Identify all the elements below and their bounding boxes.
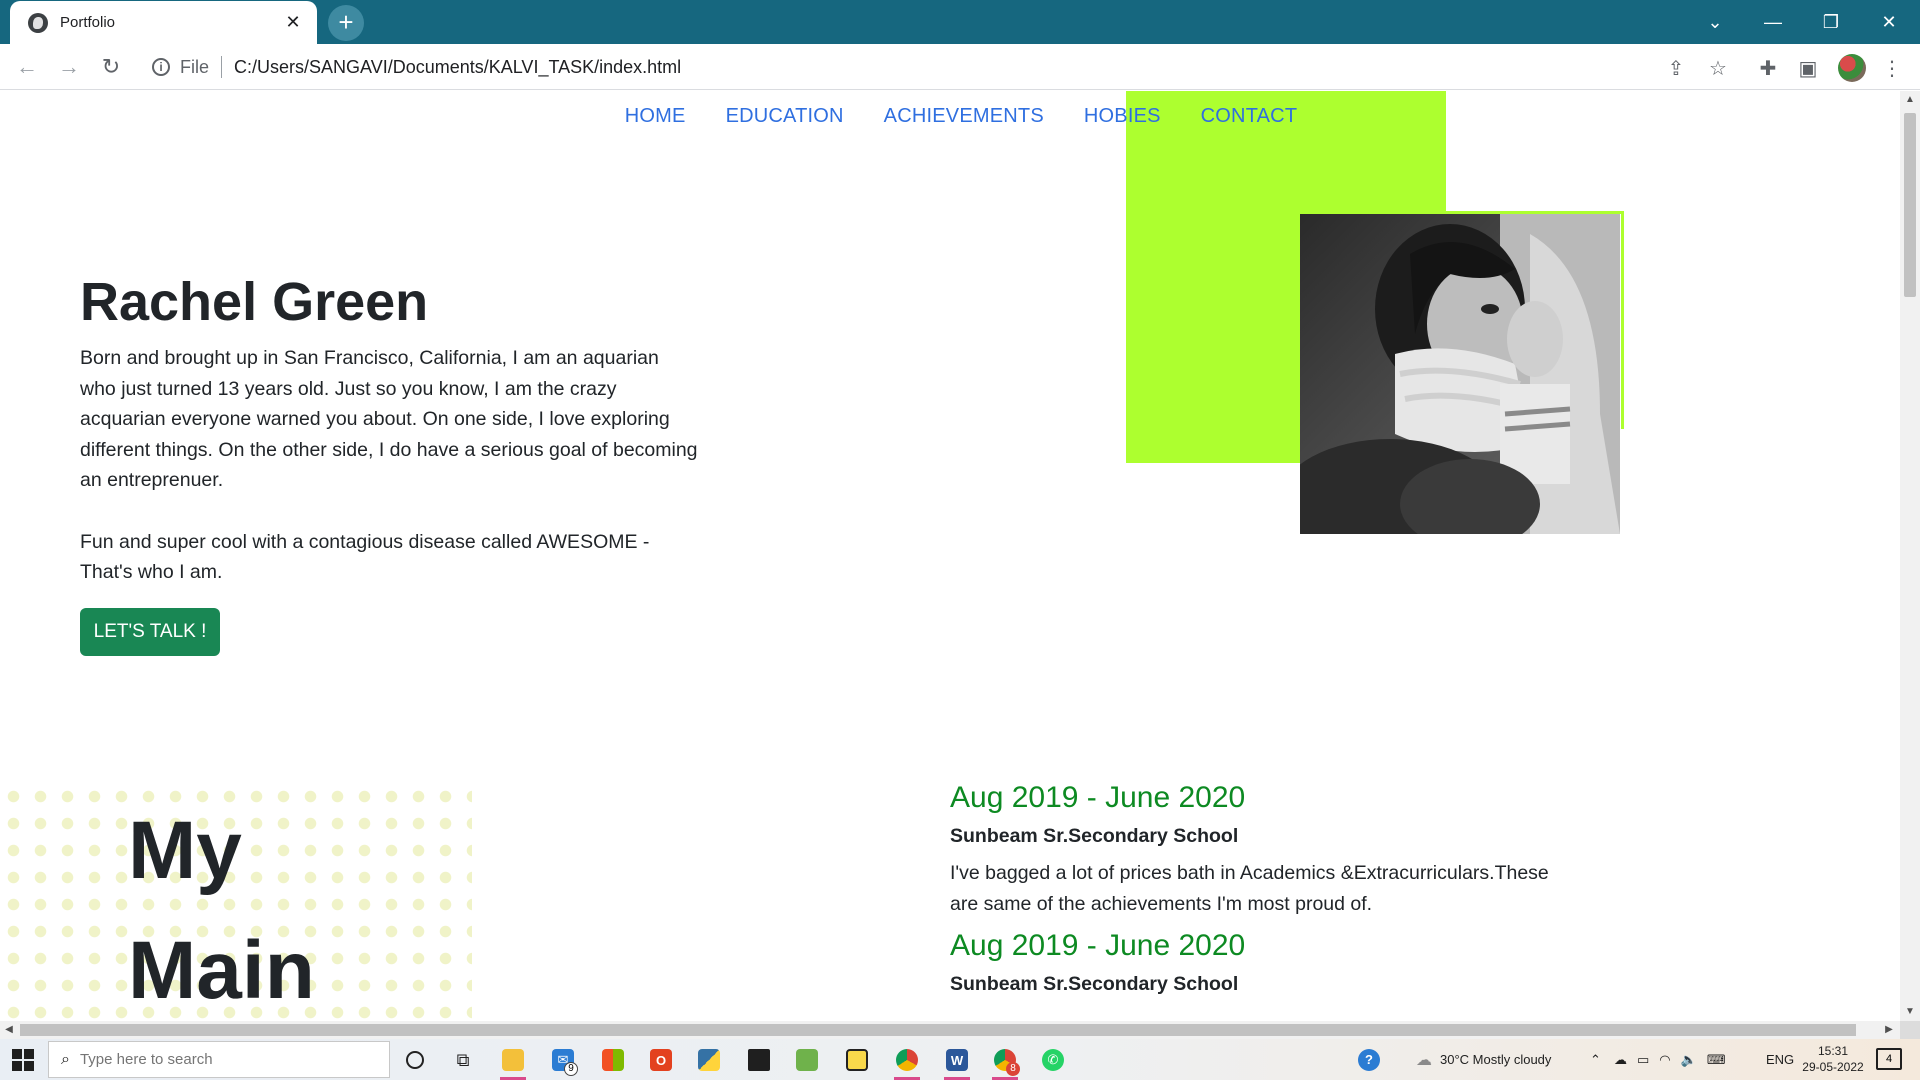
chrome-icon[interactable] [890, 1044, 924, 1080]
cloud-icon: ☁ [1416, 1051, 1432, 1069]
mail-icon[interactable]: ✉ 9 [546, 1044, 580, 1076]
forward-button[interactable]: → [54, 52, 84, 82]
lets-talk-button[interactable]: LET'S TALK ! [80, 608, 220, 656]
taskbar-search-input[interactable] [79, 1051, 360, 1068]
site-navigation: HOME EDUCATION ACHIEVEMENTS HOBIES CONTA… [0, 91, 1900, 143]
reload-button[interactable]: ↻ [96, 52, 126, 82]
education-timeline: Aug 2019 - June 2020 Sunbeam Sr.Secondar… [950, 781, 1580, 1006]
new-tab-button[interactable]: + [328, 5, 364, 41]
mail-badge: 9 [564, 1062, 578, 1076]
globe-icon [28, 12, 48, 33]
weather-widget[interactable]: ☁ 30°C Mostly cloudy [1416, 1039, 1551, 1080]
horizontal-scroll-thumb[interactable] [20, 1024, 1856, 1036]
browser-menu-icon[interactable]: ⋮ [1880, 56, 1904, 80]
share-icon[interactable]: ⇪ [1664, 56, 1688, 80]
cortana-icon[interactable] [398, 1044, 432, 1076]
close-window-button[interactable]: ✕ [1860, 0, 1918, 44]
browser-tab-portfolio[interactable]: Portfolio ✕ [10, 1, 317, 44]
chrome-badge: 8 [1006, 1062, 1020, 1076]
hero-paragraph-1: Born and brought up in San Francisco, Ca… [80, 347, 698, 492]
onedrive-icon[interactable]: ☁ [1614, 1052, 1627, 1068]
terminal-icon[interactable] [742, 1044, 776, 1076]
hero-name-heading: Rachel Green [80, 272, 429, 332]
scroll-left-arrow-icon[interactable]: ◀ [0, 1021, 18, 1039]
python-icon[interactable] [692, 1044, 726, 1076]
nav-link-home[interactable]: HOME [605, 91, 706, 143]
battery-icon[interactable]: ▭ [1637, 1052, 1649, 1068]
timeline-date: Aug 2019 - June 2020 [950, 781, 1246, 814]
bookmark-star-icon[interactable]: ☆ [1706, 56, 1730, 80]
scroll-up-arrow-icon[interactable]: ▲ [1900, 91, 1920, 109]
chrome-profile-icon[interactable]: 8 [988, 1044, 1022, 1080]
vertical-scrollbar[interactable]: ▲ ▼ [1900, 91, 1920, 1021]
windows-taskbar: ⌕ ⧉ ✉ 9 O W 8 ✆ ? ☁ 30°C Mostly cloudy ⌃… [0, 1039, 1920, 1080]
timeline-entry: Aug 2019 - June 2020 Sunbeam Sr.Secondar… [950, 781, 1580, 919]
scroll-right-arrow-icon[interactable]: ▶ [1880, 1021, 1898, 1039]
whatsapp-icon[interactable]: ✆ [1036, 1044, 1070, 1076]
address-bar[interactable]: i File C:/Users/SANGAVI/Documents/KALVI_… [140, 49, 1740, 85]
file-explorer-icon[interactable] [496, 1044, 530, 1080]
scrollbar-corner [1900, 1021, 1920, 1039]
tab-title: Portfolio [60, 14, 116, 31]
back-button[interactable]: ← [12, 52, 42, 82]
timeline-description: I've bagged a lot of prices bath in Acad… [950, 862, 1549, 915]
girl-portrait-image [1300, 214, 1620, 534]
weather-text: 30°C Mostly cloudy [1440, 1052, 1552, 1067]
task-view-icon[interactable]: ⧉ [446, 1044, 480, 1076]
title-bar: Portfolio ✕ + ⌄ — ❐ ✕ [0, 0, 1920, 44]
info-icon[interactable]: i [152, 58, 170, 76]
profile-avatar[interactable] [1838, 54, 1866, 82]
extensions-puzzle-icon[interactable]: ✚ [1756, 56, 1780, 80]
tab-search-icon[interactable]: ⌄ [1686, 0, 1744, 44]
minimize-button[interactable]: — [1744, 0, 1802, 44]
hero-description: Born and brought up in San Francisco, Ca… [80, 343, 700, 588]
url-scheme-label: File [180, 56, 210, 77]
close-tab-icon[interactable]: ✕ [283, 12, 303, 33]
vertical-scroll-thumb[interactable] [1904, 113, 1916, 297]
office-icon[interactable]: O [644, 1044, 678, 1076]
wifi-icon[interactable]: ◠ [1659, 1052, 1670, 1068]
nav-link-achievements[interactable]: ACHIEVEMENTS [864, 91, 1064, 143]
timeline-school: Sunbeam Sr.Secondary School [950, 973, 1239, 996]
restore-button[interactable]: ❐ [1802, 0, 1860, 44]
store-icon[interactable] [596, 1044, 630, 1076]
section-heading-line-2: Main [128, 925, 315, 1016]
profile-photo [1300, 214, 1620, 534]
search-icon: ⌕ [61, 1050, 70, 1068]
tray-status-icons[interactable]: ☁ ▭ ◠ 🔈 ⌨ [1614, 1039, 1726, 1080]
section-heading: My Main [128, 791, 315, 1021]
taskbar-clock[interactable]: 15:31 29-05-2022 [1798, 1043, 1868, 1075]
section-heading-line-1: My [128, 805, 242, 896]
clock-time: 15:31 [1817, 1044, 1849, 1058]
horizontal-scrollbar[interactable]: ◀ ▶ [0, 1021, 1900, 1039]
sticky-notes-icon[interactable] [840, 1044, 874, 1076]
nav-link-hobies[interactable]: HOBIES [1064, 91, 1181, 143]
timeline-entry: Aug 2019 - June 2020 Sunbeam Sr.Secondar… [950, 929, 1580, 996]
nav-link-contact[interactable]: CONTACT [1181, 91, 1318, 143]
help-icon[interactable]: ? [1358, 1039, 1380, 1080]
scroll-down-arrow-icon[interactable]: ▼ [1900, 1003, 1920, 1021]
hero-paragraph-2: Fun and super cool with a contagious dis… [80, 530, 650, 584]
clock-date: 29-05-2022 [1802, 1060, 1864, 1074]
notepad-icon[interactable] [790, 1044, 824, 1076]
timeline-date: Aug 2019 - June 2020 [950, 929, 1246, 963]
browser-toolbar: ← → ↻ i File C:/Users/SANGAVI/Documents/… [0, 44, 1920, 90]
nav-link-education[interactable]: EDUCATION [706, 91, 864, 143]
page-viewport: HOME EDUCATION ACHIEVEMENTS HOBIES CONTA… [0, 91, 1900, 1021]
side-panel-icon[interactable]: ▣ [1796, 56, 1820, 80]
show-hidden-icons-icon[interactable]: ⌃ [1590, 1039, 1601, 1080]
keyboard-icon[interactable]: ⌨ [1707, 1052, 1726, 1068]
volume-icon[interactable]: 🔈 [1681, 1052, 1697, 1068]
word-icon[interactable]: W [940, 1044, 974, 1080]
language-indicator[interactable]: ENG [1766, 1039, 1794, 1080]
address-separator [221, 56, 223, 78]
url-text[interactable]: C:/Users/SANGAVI/Documents/KALVI_TASK/in… [234, 57, 681, 78]
taskbar-search-box[interactable]: ⌕ [48, 1041, 390, 1078]
notification-center-icon[interactable]: 4 [1876, 1048, 1902, 1070]
windows-start-icon[interactable] [12, 1049, 34, 1071]
timeline-school: Sunbeam Sr.Secondary School [950, 825, 1239, 847]
